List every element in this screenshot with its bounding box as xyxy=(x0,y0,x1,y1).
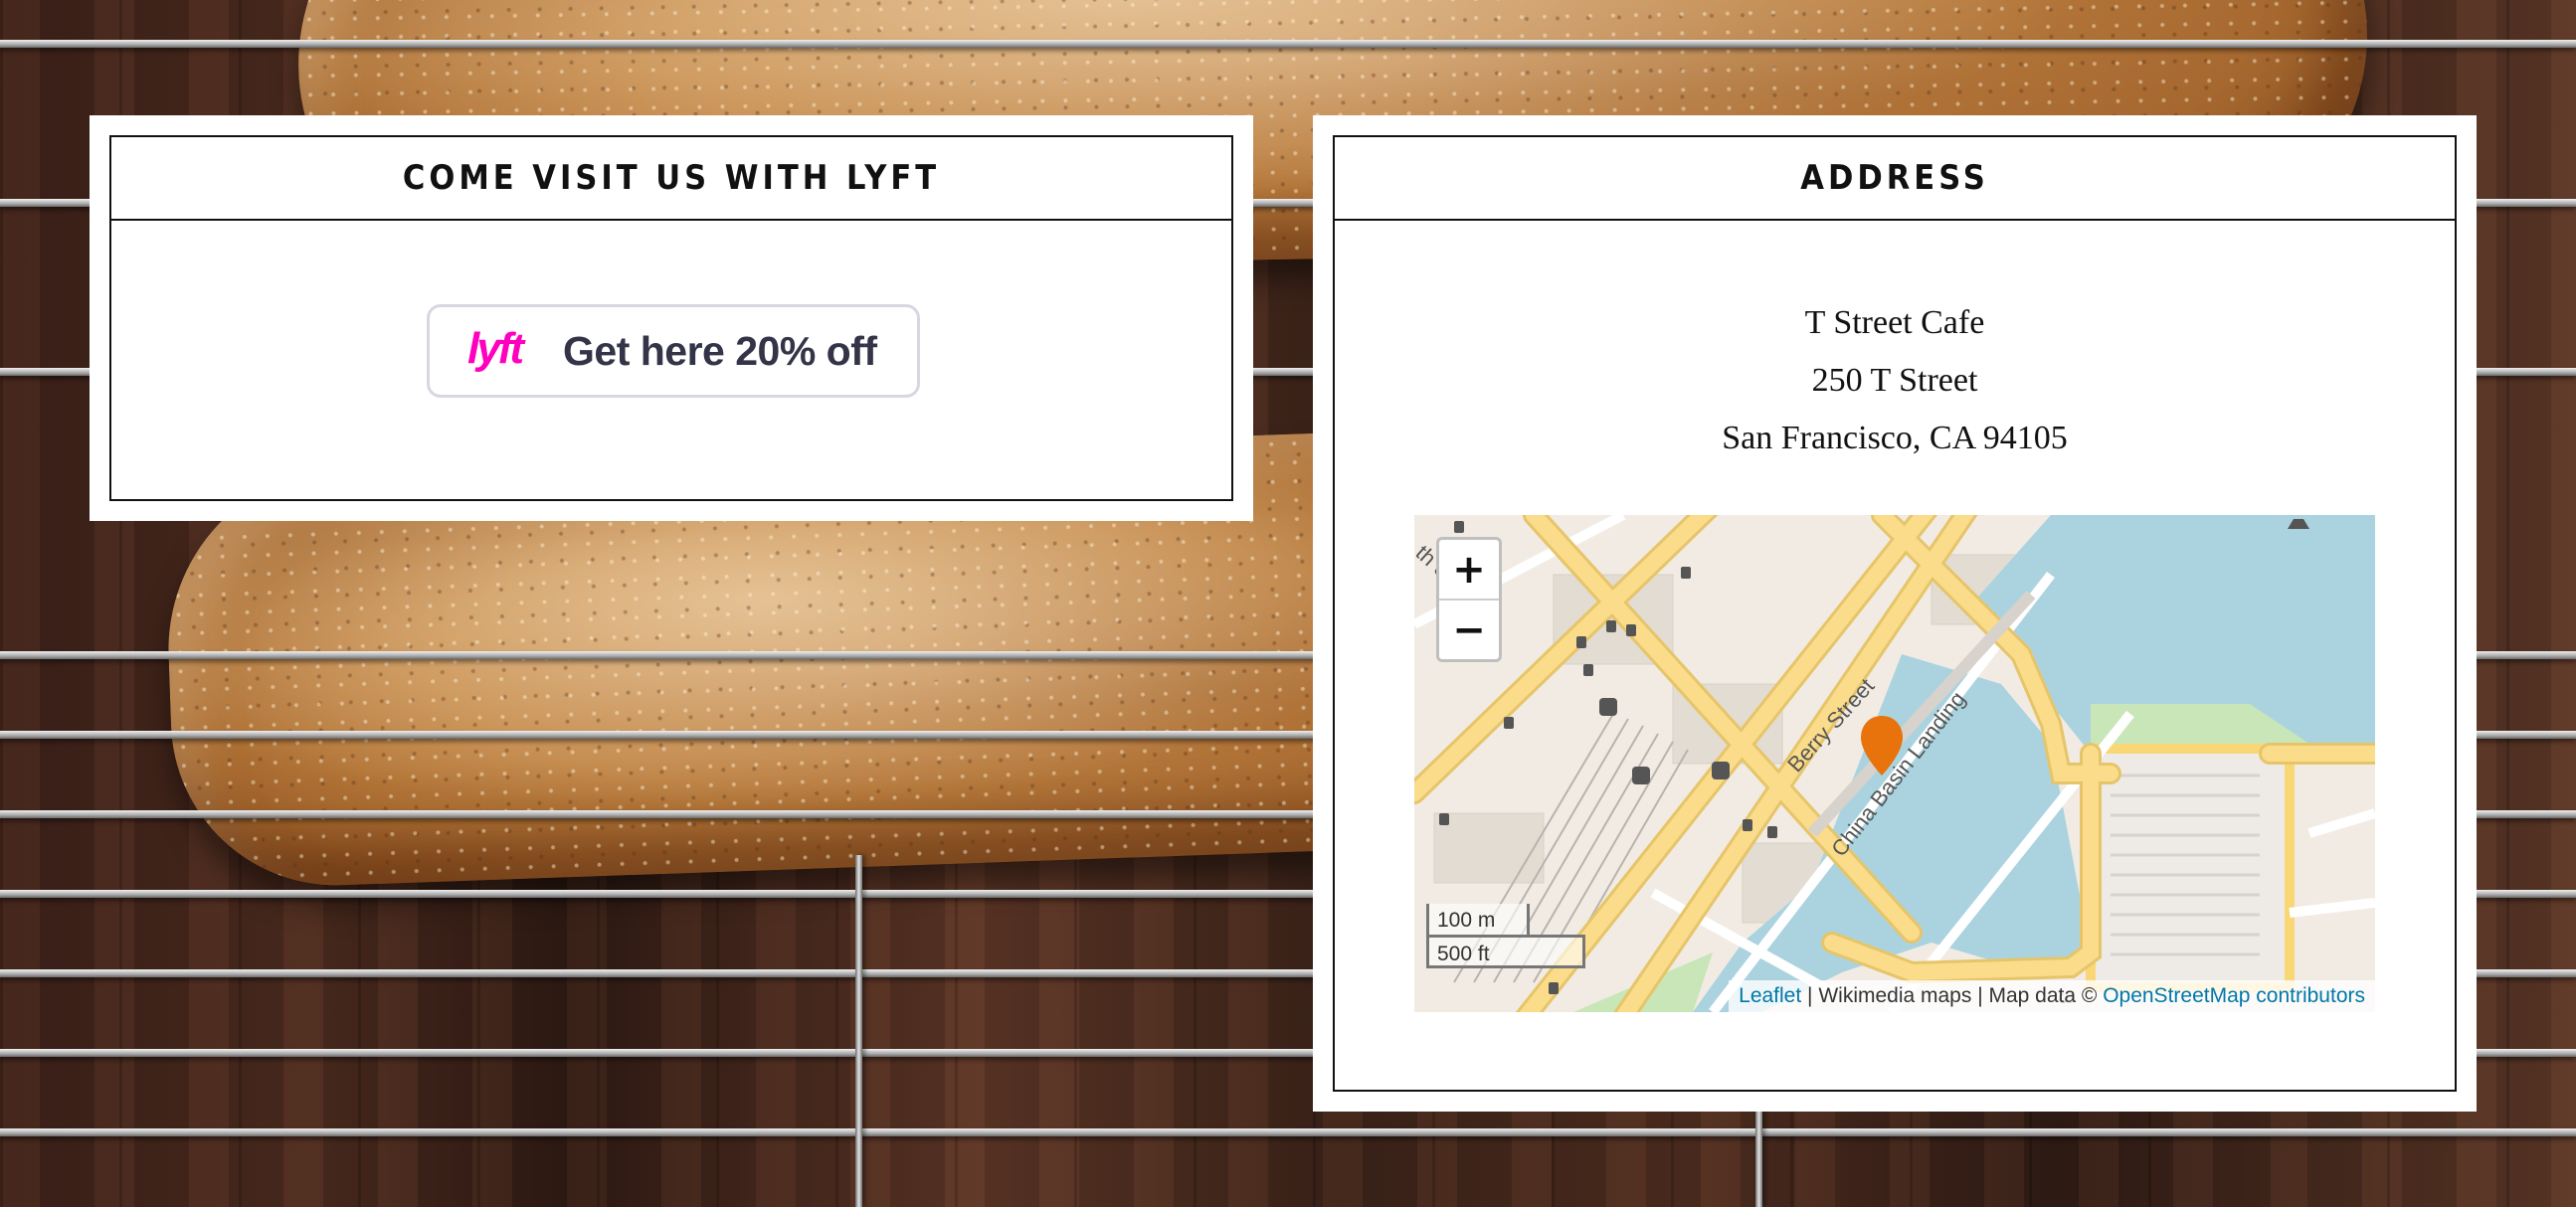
address-card-frame: ADDRESS T Street Cafe 250 T Street San F… xyxy=(1333,135,2457,1092)
address-block: T Street Cafe 250 T Street San Francisco… xyxy=(1335,294,2455,467)
scale-metric: 100 m xyxy=(1426,904,1530,938)
lyft-discount-button[interactable]: lyft Get here 20% off xyxy=(427,304,920,398)
openstreetmap-link[interactable]: OpenStreetMap contributors xyxy=(2103,984,2365,1007)
lyft-card-title: COME VISIT US WITH LYFT xyxy=(111,137,1231,221)
zoom-out-button[interactable]: − xyxy=(1439,599,1499,659)
svg-text:lyft: lyft xyxy=(467,325,526,373)
address-street: 250 T Street xyxy=(1811,362,1978,399)
map-scale: 100 m 500 ft xyxy=(1426,904,1585,968)
address-business-name: T Street Cafe xyxy=(1804,304,1985,341)
scale-imperial: 500 ft xyxy=(1426,935,1585,968)
leaflet-link[interactable]: Leaflet xyxy=(1739,984,1801,1007)
address-card: ADDRESS T Street Cafe 250 T Street San F… xyxy=(1313,115,2477,1112)
address-card-body: T Street Cafe 250 T Street San Francisco… xyxy=(1335,221,2455,1090)
address-card-title: ADDRESS xyxy=(1335,137,2455,221)
lyft-button-label: Get here 20% off xyxy=(563,327,877,374)
map-attribution: Leaflet | Wikimedia maps | Map data © Op… xyxy=(1729,980,2375,1012)
lyft-card: COME VISIT US WITH LYFT lyft Get here 20… xyxy=(90,115,1253,521)
lyft-card-body: lyft Get here 20% off xyxy=(111,221,1231,499)
zoom-in-button[interactable]: + xyxy=(1439,540,1499,599)
attribution-text: | Wikimedia maps | Map data © xyxy=(1801,984,2104,1007)
lyft-card-frame: COME VISIT US WITH LYFT lyft Get here 20… xyxy=(109,135,1233,501)
map-zoom-control: + − xyxy=(1436,537,1502,662)
location-marker-icon[interactable] xyxy=(1859,714,1905,777)
address-city-state-zip: San Francisco, CA 94105 xyxy=(1722,420,2068,456)
location-map[interactable]: Berry Street China Basin Landing th Stre… xyxy=(1414,515,2375,1012)
lyft-logo-icon: lyft xyxy=(467,325,539,377)
